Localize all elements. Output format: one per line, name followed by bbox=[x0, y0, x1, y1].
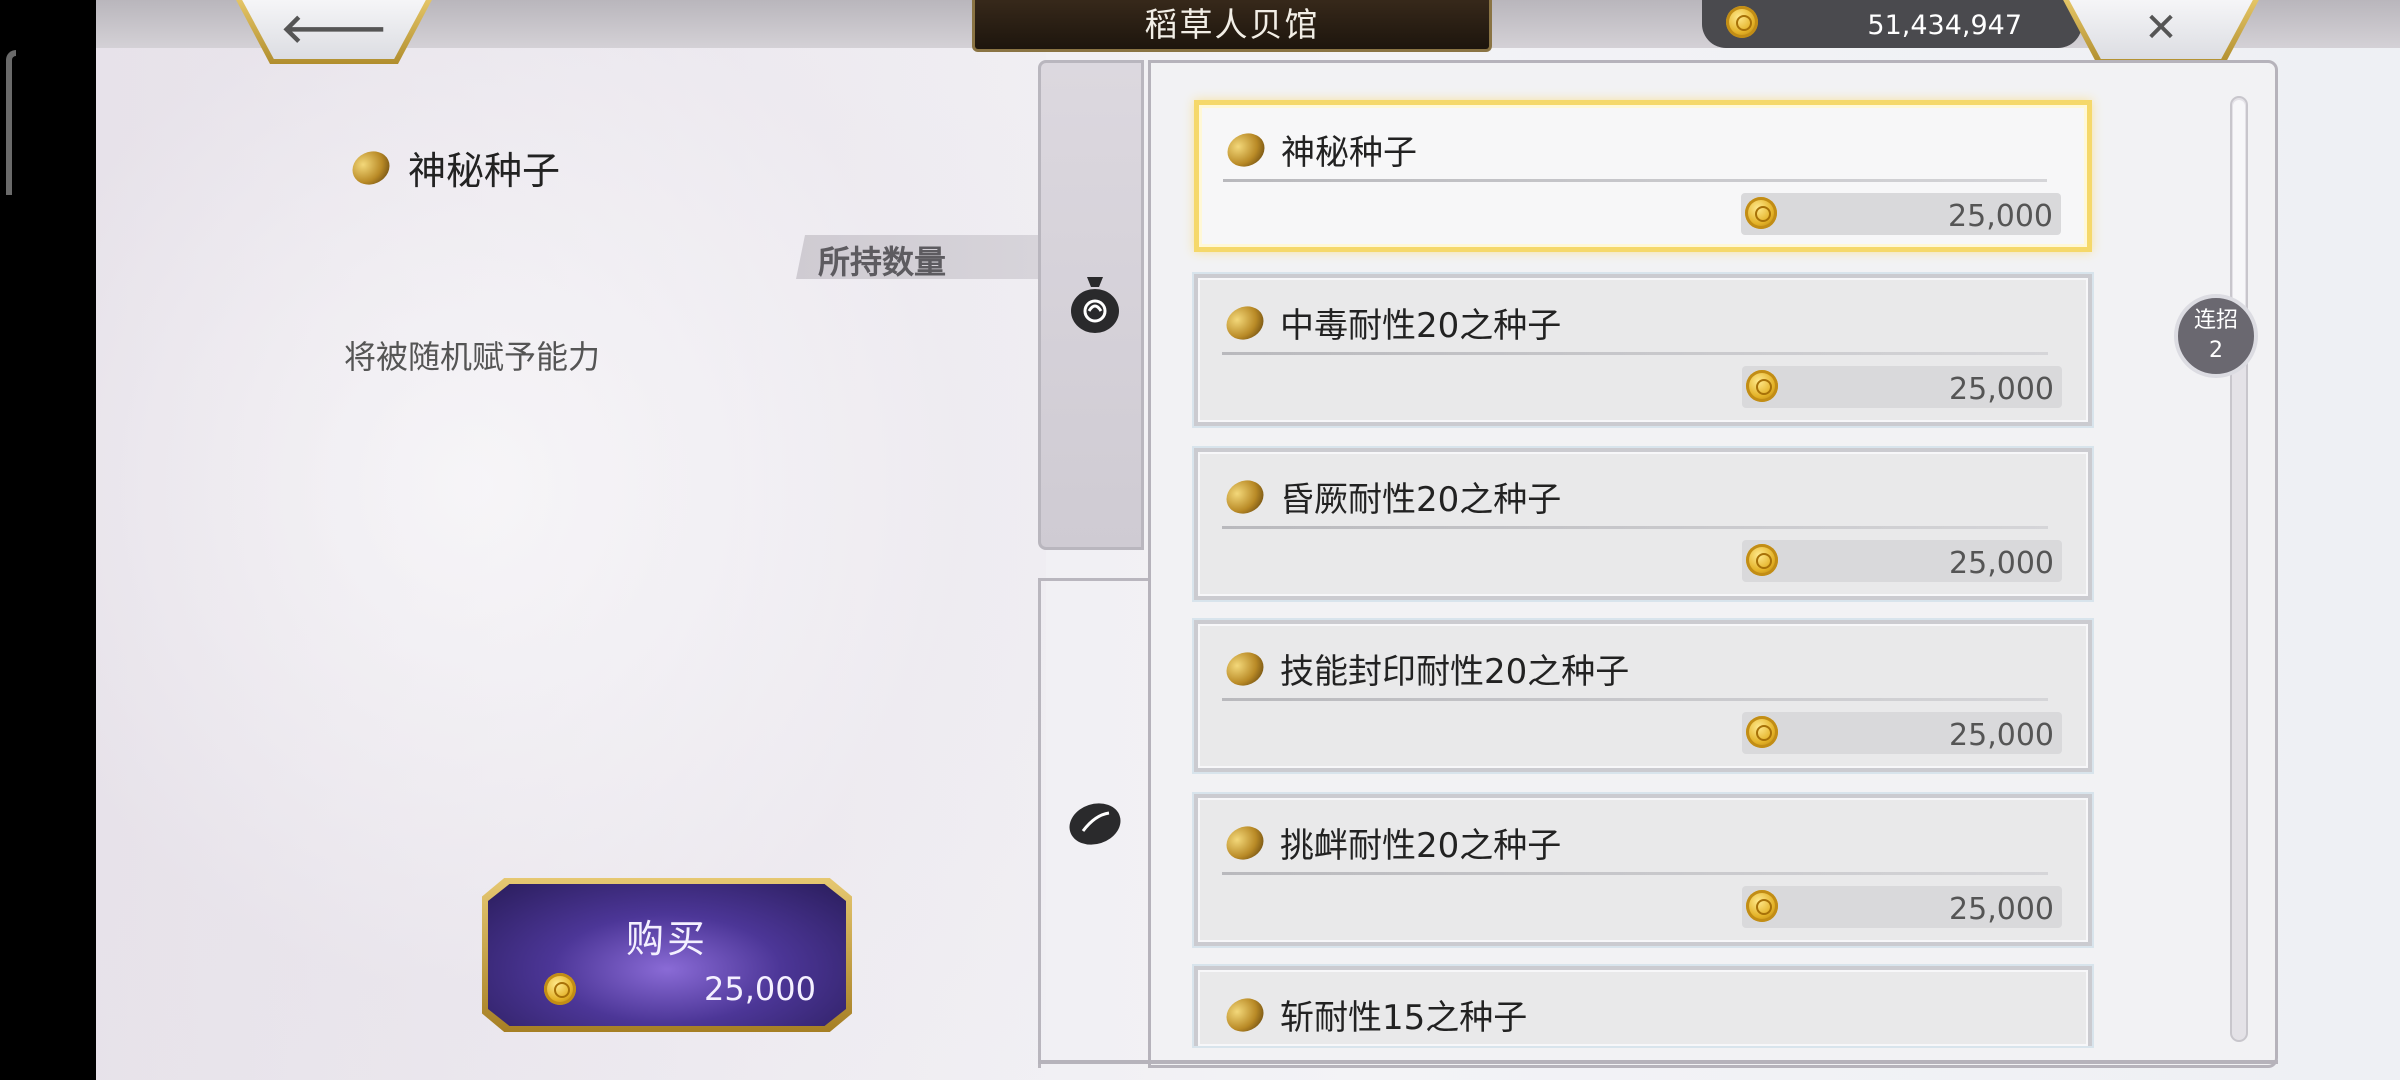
back-arrow-icon: 🡐 bbox=[280, 6, 388, 52]
divider bbox=[1222, 526, 2048, 529]
item-name: 中毒耐性20之种子 bbox=[1280, 306, 1562, 346]
combo-count: 2 bbox=[2209, 338, 2223, 363]
coin-icon bbox=[544, 973, 576, 1005]
item-price-value: 25,000 bbox=[1949, 892, 2054, 927]
seed-icon bbox=[1221, 991, 1269, 1038]
combo-label: 连招 bbox=[2193, 308, 2238, 333]
owned-label: 所持数量 bbox=[818, 243, 947, 281]
item-price: 25,000 bbox=[1742, 712, 2062, 754]
back-button[interactable]: 🡐 bbox=[234, 0, 434, 64]
list-item[interactable]: 斩耐性15之种子 bbox=[1194, 966, 2092, 1046]
buy-label: 购买 bbox=[625, 917, 708, 961]
item-price-value: 25,000 bbox=[1949, 546, 2054, 581]
coin-icon bbox=[1746, 370, 1778, 402]
currency-display: 51,434,947 bbox=[1702, 0, 2082, 48]
coin-icon bbox=[1746, 544, 1778, 576]
item-price-value: 25,000 bbox=[1948, 199, 2053, 234]
seed-bag-icon bbox=[1071, 277, 1119, 333]
item-price-value: 25,000 bbox=[1949, 718, 2054, 753]
coin-icon bbox=[1746, 716, 1778, 748]
buy-button[interactable]: 购买 25,000 bbox=[482, 878, 852, 1032]
list-item[interactable]: 挑衅耐性20之种子 25,000 bbox=[1194, 794, 2092, 946]
scrollbar-thumb[interactable] bbox=[2233, 100, 2245, 310]
item-name: 挑衅耐性20之种子 bbox=[1280, 826, 1562, 866]
divider bbox=[1222, 872, 2048, 875]
item-price: 25,000 bbox=[1742, 366, 2062, 408]
divider bbox=[1222, 698, 2048, 701]
device-edge bbox=[0, 0, 96, 1080]
seed-icon bbox=[1221, 299, 1269, 346]
close-icon: ✕ bbox=[2144, 4, 2178, 51]
item-description: 将被随机赋予能力 bbox=[344, 338, 601, 376]
item-price: 25,000 bbox=[1741, 193, 2061, 235]
buy-price: 25,000 bbox=[544, 970, 816, 1008]
detail-item-title: 神秘种子 bbox=[347, 140, 561, 195]
page-title: 稻草人贝馆 bbox=[972, 0, 1492, 52]
buy-price-value: 25,000 bbox=[704, 970, 816, 1008]
divider bbox=[1223, 179, 2047, 182]
item-price: 25,000 bbox=[1742, 886, 2062, 928]
close-button[interactable]: ✕ bbox=[2061, 0, 2261, 64]
coin-icon bbox=[1726, 6, 1758, 38]
item-name: 神秘种子 bbox=[1281, 133, 1417, 173]
item-name: 斩耐性15之种子 bbox=[1280, 998, 1528, 1038]
list-item[interactable]: 昏厥耐性20之种子 25,000 bbox=[1194, 448, 2092, 600]
coin-icon bbox=[1746, 890, 1778, 922]
list-item[interactable]: 技能封印耐性20之种子 25,000 bbox=[1194, 620, 2092, 772]
item-price: 25,000 bbox=[1742, 540, 2062, 582]
list-scrollbar[interactable] bbox=[2230, 96, 2248, 1042]
list-item[interactable]: 中毒耐性20之种子 25,000 bbox=[1194, 274, 2092, 426]
divider bbox=[1222, 352, 2048, 355]
tab-seed[interactable] bbox=[1038, 578, 1148, 1068]
seed-icon bbox=[347, 144, 395, 191]
seed-icon bbox=[1222, 126, 1270, 173]
gesture-handle bbox=[6, 50, 16, 195]
detail-item-name: 神秘种子 bbox=[408, 149, 561, 193]
item-name: 技能封印耐性20之种子 bbox=[1280, 652, 1630, 692]
shop-screen: 🡐 稻草人贝馆 51,434,947 ✕ 神秘种子 所持数量 8 将被随机赋予能… bbox=[96, 0, 2400, 1080]
item-price-value: 25,000 bbox=[1949, 372, 2054, 407]
tab-seed-bag[interactable] bbox=[1038, 60, 1144, 550]
seed-icon bbox=[1221, 819, 1269, 866]
coin-icon bbox=[1745, 197, 1777, 229]
seed-icon bbox=[1069, 803, 1121, 845]
seed-icon bbox=[1221, 473, 1269, 520]
list-frame-edge bbox=[1038, 1060, 2278, 1064]
combo-button[interactable]: 连招 2 bbox=[2174, 294, 2258, 378]
seed-icon bbox=[1221, 645, 1269, 692]
list-item[interactable]: 神秘种子 25,000 bbox=[1194, 100, 2092, 252]
item-name: 昏厥耐性20之种子 bbox=[1280, 480, 1562, 520]
currency-amount: 51,434,947 bbox=[1867, 10, 2022, 41]
